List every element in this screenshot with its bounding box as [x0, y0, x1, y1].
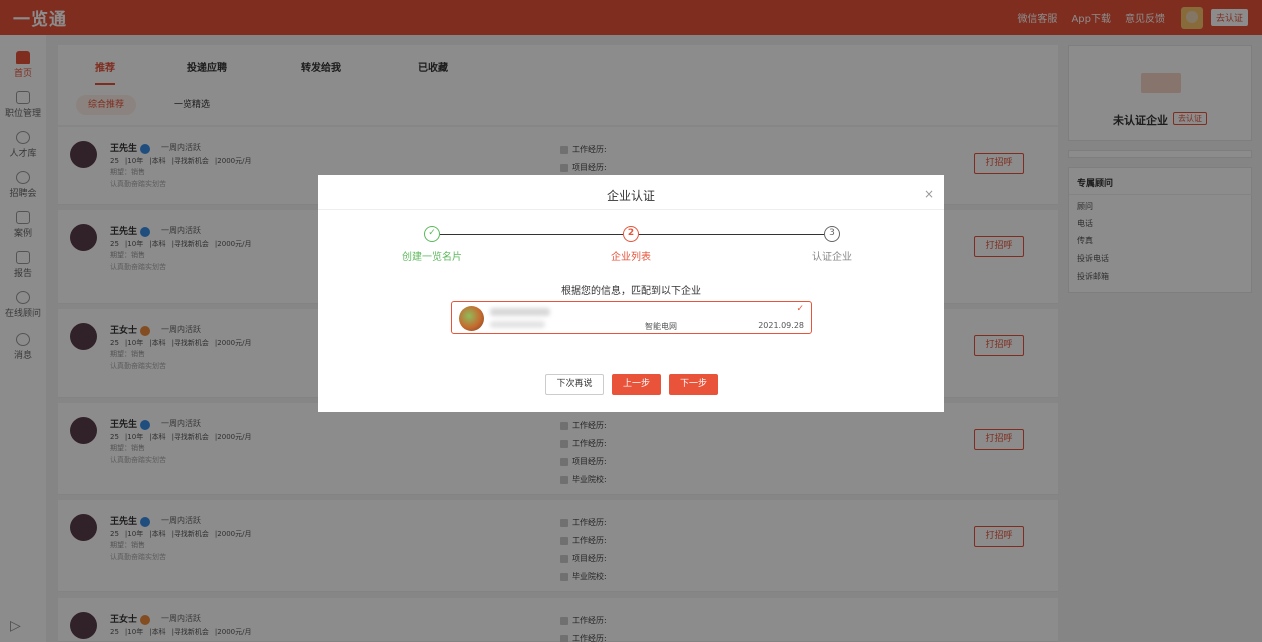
company-date: 2021.09.28 [758, 321, 804, 330]
step-3-indicator: 3 [824, 226, 840, 242]
later-button[interactable]: 下次再说 [545, 374, 604, 395]
step-3-label: 认证企业 [812, 252, 852, 263]
close-icon[interactable]: × [924, 187, 934, 201]
company-name-blurred [490, 308, 550, 316]
previous-step-button[interactable]: 上一步 [612, 374, 661, 395]
company-option[interactable]: 智能电网 2021.09.28 ✓ [451, 301, 812, 334]
step-connector [440, 234, 623, 235]
step-done-icon: ✓ [424, 226, 440, 242]
certification-modal: 企业认证 × ✓ 2 3 创建一览名片 企业列表 认证企业 根据您的信息，匹配到… [318, 175, 944, 412]
step-1-label: 创建一览名片 [402, 252, 462, 263]
modal-divider [318, 209, 944, 210]
company-logo [459, 306, 484, 331]
step-2-indicator: 2 [623, 226, 639, 242]
company-industry: 智能电网 [645, 322, 677, 331]
step-2-label: 企业列表 [611, 252, 651, 263]
check-icon: ✓ [796, 304, 804, 314]
step-connector [639, 234, 824, 235]
company-info-blurred [490, 321, 545, 328]
match-title: 根据您的信息，匹配到以下企业 [561, 286, 701, 297]
next-step-button[interactable]: 下一步 [669, 374, 718, 395]
modal-title: 企业认证 [606, 189, 655, 203]
